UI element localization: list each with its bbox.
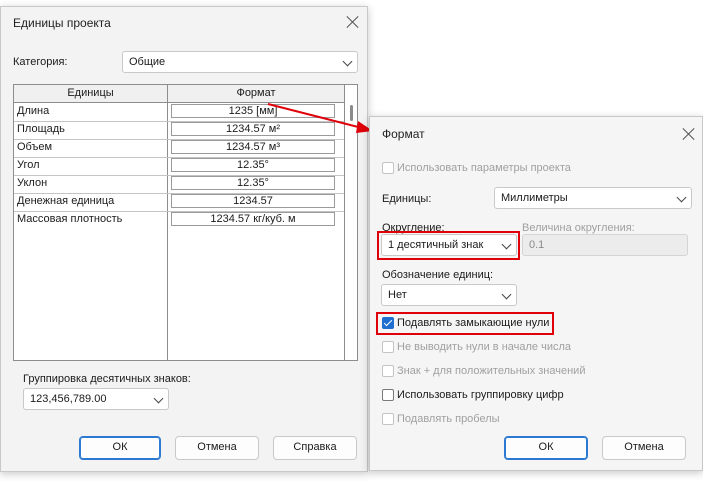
digit-grouping-checkbox[interactable]	[382, 389, 394, 401]
format-dialog: Формат Использовать параметры проекта Ед…	[369, 116, 703, 471]
units-label: Единицы:	[382, 193, 432, 205]
plus-prefix-checkbox[interactable]	[382, 365, 394, 377]
plus-prefix-label: Знак + для положительных значений	[397, 365, 586, 377]
close-icon[interactable]	[680, 125, 698, 143]
chevron-down-icon	[501, 289, 512, 300]
rounding-increment-field[interactable]: 0.1	[522, 234, 688, 256]
cancel-button[interactable]: Отмена	[602, 436, 686, 460]
digit-grouping-label: Использовать группировку цифр	[397, 389, 564, 401]
units-dropdown[interactable]: Миллиметры	[494, 187, 692, 209]
use-project-settings-label: Использовать параметры проекта	[397, 162, 571, 174]
suppress-leading-zeros-label: Не выводить нули в начале числа	[397, 341, 572, 353]
units-value: Миллиметры	[501, 192, 568, 204]
ok-button[interactable]: ОК	[504, 436, 588, 460]
dialog-title: Формат	[382, 127, 425, 141]
suppress-leading-zeros-checkbox[interactable]	[382, 341, 394, 353]
rounding-increment-label: Величина округления:	[522, 222, 635, 234]
highlight-box-trailing-zeros	[376, 312, 554, 335]
suppress-spaces-checkbox[interactable]	[382, 413, 394, 425]
use-project-settings-checkbox[interactable]	[382, 162, 394, 174]
unit-symbol-dropdown[interactable]: Нет	[381, 284, 517, 306]
unit-symbol-label: Обозначение единиц:	[382, 269, 494, 281]
suppress-spaces-label: Подавлять пробелы	[397, 413, 500, 425]
rounding-increment-value: 0.1	[529, 239, 545, 251]
highlight-box-rounding	[377, 231, 520, 260]
chevron-down-icon	[676, 192, 687, 203]
unit-symbol-value: Нет	[388, 289, 407, 301]
